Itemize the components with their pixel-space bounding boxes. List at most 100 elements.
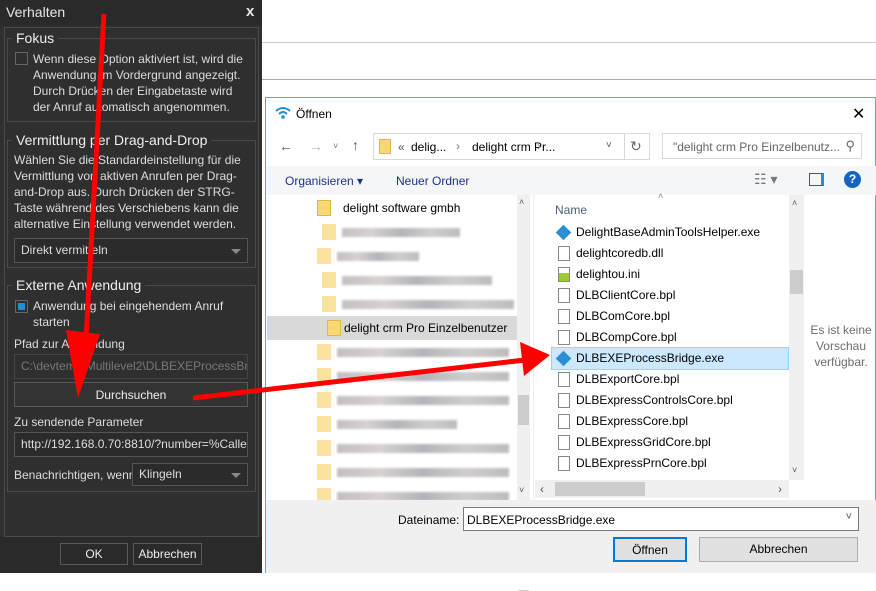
folder-icon xyxy=(322,296,336,312)
panel-footer xyxy=(0,537,262,573)
notify-select[interactable]: Klingeln xyxy=(132,463,248,486)
ini-icon xyxy=(558,267,570,282)
file-row[interactable]: DelightBaseAdminToolsHelper.exe xyxy=(552,222,788,243)
close-icon[interactable]: ✕ xyxy=(852,104,865,124)
file-row[interactable]: DLBClientCore.bpl xyxy=(552,285,788,306)
path-label: Pfad zur Anwendung xyxy=(14,337,125,351)
file-row[interactable]: DLBComCore.bpl xyxy=(552,306,788,327)
ok-button[interactable]: OK xyxy=(60,543,128,565)
breadcrumb-item[interactable]: delight crm Pr... xyxy=(472,140,555,154)
breadcrumb-item[interactable]: delig... xyxy=(411,140,446,154)
file-row[interactable]: delightcoredb.dll xyxy=(552,243,788,264)
focus-checkbox[interactable] xyxy=(15,52,28,65)
toolbar: Organisieren ▾ Neuer Ordner ☷ ▾ ? xyxy=(266,166,876,195)
behavior-panel: Verhalten x Fokus Wenn diese Option akti… xyxy=(0,0,262,573)
file-name: delightou.ini xyxy=(576,267,641,281)
folder-icon xyxy=(322,272,336,288)
notify-label: Benachrichtigen, wenn xyxy=(14,468,136,482)
preview-pane-icon[interactable] xyxy=(809,173,824,186)
refresh-icon[interactable]: ↻ xyxy=(630,138,642,155)
sort-arrow-icon: ˄ xyxy=(658,191,664,201)
params-input[interactable]: http://192.168.0.70:8810/?number=%Caller… xyxy=(14,432,248,457)
chevron-right-icon[interactable]: › xyxy=(537,139,541,153)
nav-item-blurred[interactable] xyxy=(267,292,517,316)
nav-item-blurred[interactable] xyxy=(267,220,517,244)
nav-item-parent[interactable]: delight software gmbh xyxy=(267,196,517,220)
folder-icon xyxy=(317,248,331,264)
new-folder-button[interactable]: Neuer Ordner xyxy=(396,174,469,188)
dialog-cancel-button[interactable]: Abbrechen xyxy=(699,537,858,562)
file-row[interactable]: DLBExportCore.bpl xyxy=(552,369,788,390)
file-row[interactable]: DLBExpressGridCore.bpl xyxy=(552,432,788,453)
file-name: DLBComCore.bpl xyxy=(576,309,671,323)
file-name: DLBExpressPrnCore.bpl xyxy=(576,456,707,470)
panel-title: Verhalten xyxy=(6,4,66,20)
column-header-name[interactable]: Name xyxy=(555,203,587,217)
preview-message: Es ist keine Vorschau verfügbar. xyxy=(810,323,872,369)
nav-item-blurred[interactable] xyxy=(267,268,517,292)
recent-chevron-icon[interactable]: ˅ xyxy=(333,141,338,151)
title-bar: Verhalten x xyxy=(0,0,262,25)
external-checkbox[interactable] xyxy=(15,300,28,313)
address-bar[interactable]: « delig... › delight crm Pr... › ˅ ↻ xyxy=(373,133,650,160)
browse-button[interactable]: Durchsuchen xyxy=(14,382,248,407)
file-icon xyxy=(558,393,570,408)
view-options-icon[interactable]: ☷ ▾ xyxy=(754,171,777,188)
file-icon xyxy=(558,372,570,387)
path-input[interactable]: C:\devtemp\Multilevel2\DLBEXEProcessBrid… xyxy=(14,354,248,379)
forward-icon[interactable]: → xyxy=(309,138,323,154)
file-row[interactable]: DLBExpressCore.bpl xyxy=(552,411,788,432)
nav-item-blurred[interactable] xyxy=(267,412,517,436)
file-icon xyxy=(558,309,570,324)
organize-button[interactable]: Organisieren ▾ xyxy=(285,174,363,188)
nav-item-blurred[interactable] xyxy=(267,436,517,460)
file-icon xyxy=(558,414,570,429)
up-icon[interactable]: ↑ xyxy=(352,137,359,153)
breadcrumb-overflow[interactable]: « xyxy=(398,140,405,154)
back-icon[interactable]: ← xyxy=(279,138,293,154)
dll-icon xyxy=(558,246,570,261)
dragdrop-select[interactable]: Direkt vermitteln xyxy=(14,238,248,263)
folder-icon xyxy=(317,344,331,360)
folder-icon xyxy=(317,368,331,384)
file-row[interactable]: DLBCompCore.bpl xyxy=(552,327,788,348)
organize-label: Organisieren xyxy=(285,174,354,188)
file-name: DLBExpressCore.bpl xyxy=(576,414,689,428)
file-icon xyxy=(558,288,570,303)
file-row[interactable]: delightou.ini xyxy=(552,264,788,285)
folder-icon xyxy=(379,139,391,154)
chevron-down-icon[interactable]: ˅ xyxy=(606,140,612,151)
search-input[interactable]: "delight crm Pro Einzelbenutz... ⚲ xyxy=(662,133,862,159)
filename-label: Dateiname: xyxy=(398,513,460,527)
nav-item-label: delight crm Pro Einzelbenutzer xyxy=(344,321,508,335)
dragdrop-select-value: Direkt vermitteln xyxy=(21,243,108,257)
file-row[interactable]: DLBExpressPrnCore.bpl xyxy=(552,453,788,474)
chevron-down-icon xyxy=(231,473,241,478)
nav-item-blurred[interactable] xyxy=(267,460,517,484)
open-button[interactable]: Öffnen xyxy=(613,537,687,562)
nav-item-blurred[interactable] xyxy=(267,388,517,412)
nav-item-blurred[interactable] xyxy=(267,340,517,364)
chevron-right-icon[interactable]: › xyxy=(456,139,460,153)
close-icon[interactable]: x xyxy=(246,3,254,20)
files-horizontal-scrollbar[interactable]: ‹ › xyxy=(535,480,789,498)
chevron-down-icon[interactable]: ˅ xyxy=(846,511,852,523)
file-row[interactable]: DLBEXEProcessBridge.exe xyxy=(551,347,789,370)
file-name: delightcoredb.dll xyxy=(576,246,664,260)
external-legend: Externe Anwendung xyxy=(12,277,146,293)
filename-input[interactable]: DLBEXEProcessBridge.exe ˅ xyxy=(463,507,859,531)
files-vertical-scrollbar[interactable]: ˄ ˅ xyxy=(789,195,804,480)
help-icon[interactable]: ? xyxy=(844,171,861,188)
nav-item-blurred[interactable] xyxy=(267,364,517,388)
nav-scrollbar[interactable]: ˄ ˅ xyxy=(517,195,530,591)
cancel-button[interactable]: Abbrechen xyxy=(133,543,202,565)
exe-icon xyxy=(555,224,572,241)
file-row[interactable]: DLBExpressControlsCore.bpl xyxy=(552,390,788,411)
folder-icon xyxy=(317,416,331,432)
file-name: DLBExpressControlsCore.bpl xyxy=(576,393,733,407)
file-name: DelightBaseAdminToolsHelper.exe xyxy=(576,225,761,239)
nav-item-selected[interactable]: delight crm Pro Einzelbenutzer xyxy=(267,316,517,340)
nav-item-blurred[interactable] xyxy=(267,244,517,268)
app-wifi-icon xyxy=(275,107,291,119)
folder-icon xyxy=(317,392,331,408)
